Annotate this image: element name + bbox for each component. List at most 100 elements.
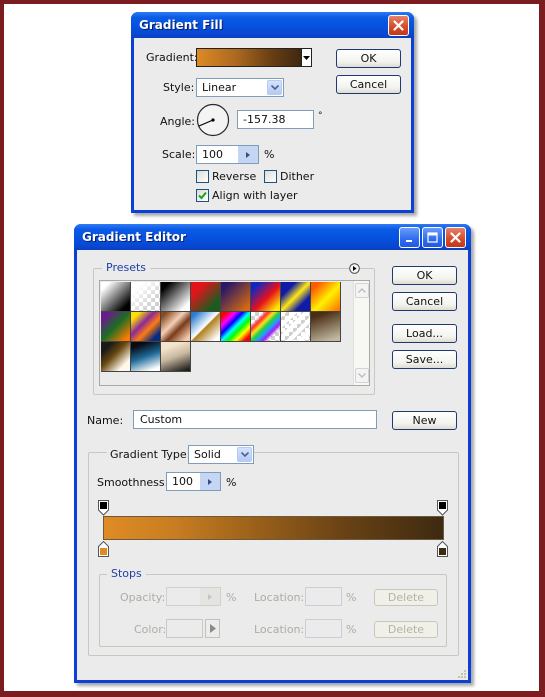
- dither-label[interactable]: Dither: [280, 170, 314, 183]
- gradient-editor-titlebar[interactable]: Gradient Editor: [74, 224, 471, 250]
- maximize-icon: [427, 232, 438, 243]
- color-location-input[interactable]: [305, 619, 342, 638]
- stops-title: Stops: [107, 567, 146, 580]
- preset-black-white[interactable]: [161, 282, 191, 312]
- name-value: Custom: [140, 413, 183, 426]
- style-value: Linear: [202, 81, 237, 94]
- angle-label: Angle:: [160, 115, 196, 128]
- preset-grid: [101, 282, 357, 382]
- dither-checkbox[interactable]: [264, 170, 277, 183]
- chevron-down-icon: [240, 452, 249, 457]
- opacity-unit: %: [226, 591, 237, 604]
- preset-yellow-violet-orange-blue[interactable]: [131, 312, 161, 342]
- presets-list[interactable]: [99, 280, 370, 386]
- presets-scrollbar[interactable]: [353, 281, 369, 385]
- gradient-fill-client: Gradient: Style: Linear Angle: -157.38 °: [134, 38, 411, 210]
- preset-violet-orange[interactable]: [221, 282, 251, 312]
- preset-black-gold-white[interactable]: [101, 342, 131, 372]
- preset-blue-yellow-blue[interactable]: [281, 282, 311, 312]
- cancel-button[interactable]: Cancel: [392, 292, 457, 311]
- reverse-checkbox[interactable]: [196, 170, 209, 183]
- scale-input[interactable]: 100: [196, 145, 259, 164]
- style-label: Style:: [163, 81, 195, 94]
- close-button[interactable]: [388, 15, 409, 36]
- gradient-preview-bar[interactable]: [103, 516, 444, 540]
- preset-copper[interactable]: [161, 312, 191, 342]
- gradient-swatch[interactable]: [196, 48, 302, 67]
- gradient-type-value: Solid: [194, 448, 221, 461]
- maximize-button[interactable]: [422, 227, 443, 248]
- color-stop-right[interactable]: [437, 540, 448, 560]
- opacity-location-input[interactable]: [305, 587, 342, 606]
- preset-chrome[interactable]: [191, 312, 221, 342]
- align-with-layer-checkbox[interactable]: [196, 189, 209, 202]
- cancel-button[interactable]: Cancel: [336, 75, 401, 94]
- gradient-fill-titlebar[interactable]: Gradient Fill: [131, 12, 414, 38]
- smoothness-slider-button[interactable]: [200, 473, 220, 490]
- scale-label: Scale:: [162, 148, 196, 161]
- presets-title: Presets: [102, 261, 151, 274]
- angle-input[interactable]: -157.38: [237, 110, 314, 129]
- ok-button[interactable]: OK: [392, 266, 457, 285]
- smoothness-input[interactable]: 100: [166, 472, 221, 491]
- opacity-label: Opacity:: [120, 591, 166, 604]
- preset-violet-green-orange[interactable]: [101, 312, 131, 342]
- chevron-right-icon: [208, 478, 212, 485]
- preset-blue-red-yellow[interactable]: [251, 282, 281, 312]
- style-dropdown-button[interactable]: [267, 80, 282, 95]
- preset-foreground-to-transparent[interactable]: [131, 282, 161, 312]
- save-button[interactable]: Save...: [392, 350, 457, 369]
- gradient-type-select[interactable]: Solid: [188, 445, 254, 464]
- style-select[interactable]: Linear: [196, 78, 284, 97]
- color-label: Color:: [134, 623, 167, 636]
- scale-slider-button[interactable]: [238, 146, 258, 163]
- checkmark-icon: [198, 191, 207, 200]
- smoothness-value: 100: [172, 475, 193, 488]
- preset-foreground-to-background[interactable]: [101, 282, 131, 312]
- opacity-input[interactable]: [166, 587, 221, 606]
- new-button[interactable]: New: [392, 411, 457, 430]
- scroll-up-button[interactable]: [355, 283, 369, 298]
- chevron-right-icon: [208, 593, 212, 600]
- gradient-editor-window: Gradient Editor Presets OK Cancel Load..…: [74, 224, 471, 683]
- preset-black-blue-white[interactable]: [131, 342, 161, 372]
- color-swatch[interactable]: [166, 619, 203, 638]
- reverse-label[interactable]: Reverse: [212, 170, 256, 183]
- close-icon: [450, 232, 461, 243]
- opacity-slider-button[interactable]: [200, 588, 220, 605]
- close-button[interactable]: [445, 227, 466, 248]
- delete-opacity-stop-button[interactable]: Delete: [374, 589, 438, 606]
- chevron-down-icon: [270, 85, 279, 90]
- minimize-button[interactable]: [399, 227, 420, 248]
- color-picker-button[interactable]: [205, 619, 220, 638]
- smoothness-label: Smoothness:: [97, 476, 169, 489]
- color-stop-icon: [437, 540, 448, 557]
- color-location-unit: %: [346, 623, 357, 636]
- chevron-down-icon: [303, 55, 310, 60]
- load-button[interactable]: Load...: [392, 324, 457, 343]
- presets-menu-button[interactable]: [349, 263, 360, 274]
- preset-dark-tan[interactable]: [311, 312, 341, 342]
- preset-spectrum[interactable]: [221, 312, 251, 342]
- align-with-layer-label[interactable]: Align with layer: [212, 189, 298, 202]
- name-input[interactable]: Custom: [133, 410, 377, 429]
- gradient-picker-dropdown[interactable]: [301, 48, 312, 67]
- color-stop-left[interactable]: [98, 540, 109, 560]
- ok-button[interactable]: OK: [336, 49, 401, 68]
- preset-red-green[interactable]: [191, 282, 221, 312]
- delete-color-stop-button[interactable]: Delete: [374, 621, 438, 638]
- resize-grip-icon: [458, 670, 466, 678]
- preset-tan-black[interactable]: [161, 342, 191, 372]
- resize-grip[interactable]: [455, 667, 467, 679]
- gradient-fill-title: Gradient Fill: [139, 18, 223, 32]
- angle-dial[interactable]: [196, 103, 230, 137]
- preset-transparent-stripes[interactable]: [281, 312, 311, 342]
- preset-orange-yellow-orange[interactable]: [311, 282, 341, 312]
- gradient-type-dropdown-button[interactable]: [237, 447, 252, 462]
- chevron-up-icon: [358, 288, 366, 293]
- scroll-down-button[interactable]: [355, 368, 369, 383]
- gradient-editor-title: Gradient Editor: [82, 230, 186, 244]
- preset-transparent-rainbow[interactable]: [251, 312, 281, 342]
- chevron-down-icon: [358, 373, 366, 378]
- angle-value: -157.38: [243, 113, 286, 126]
